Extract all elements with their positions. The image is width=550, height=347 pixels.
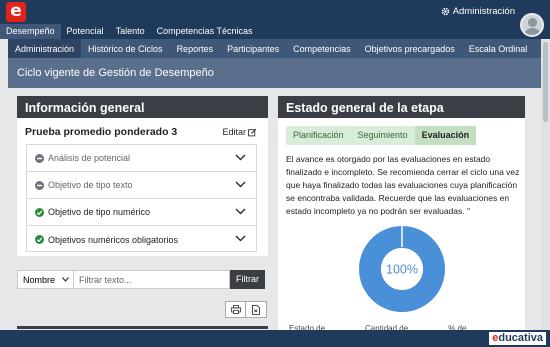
scrollbar-thumb[interactable] [543,42,548,122]
filter-text-input[interactable]: Filtrar texto... [74,270,230,289]
accordion-item-analisis[interactable]: Análisis de potencial [27,145,256,172]
edit-icon [248,128,257,136]
chevron-down-icon[interactable] [235,154,246,161]
admin-menu[interactable]: Administración [441,6,515,17]
chevron-down-icon[interactable] [235,181,246,188]
accordion-item-label: Objetivos numéricos obligatorios [48,234,179,245]
accordion-item-label: Análisis de potencial [48,153,131,163]
table-header-bar [17,326,268,329]
subtab-objetivos-precargados[interactable]: Objetivos precargados [358,39,462,58]
accordion-item-numerico[interactable]: Objetivo de tipo numérico [27,199,256,226]
gear-icon [441,7,449,16]
accordion-item-label: Objetivo de tipo numérico [48,207,151,217]
brand-logo: educativa [489,332,546,345]
edit-label[interactable]: Editar [222,127,246,137]
stage-card-title: Estado general de la etapa [278,96,525,118]
tab-seguimiento[interactable]: Seguimiento [351,126,415,145]
subtab-historico[interactable]: Histórico de Ciclos [81,39,170,58]
admin-label[interactable]: Administración [453,6,515,17]
tab-planificacion[interactable]: Planificación [286,126,351,145]
print-button[interactable] [225,301,246,318]
tab-talento[interactable]: Talento [110,24,151,39]
accordion-item-label: Objetivo de tipo texto [48,180,133,190]
accordion: Análisis de potencial Objetivo de tipo t… [26,144,257,252]
subtab-escala-ordinal[interactable]: Escala Ordinal [462,39,535,58]
subtab-reportes[interactable]: Reportes [170,39,221,58]
avatar-head [528,18,537,27]
stage-description: El avance es otorgado por las evaluacion… [286,154,520,216]
file-icon [252,304,260,315]
subtab-competencias[interactable]: Competencias [286,39,358,58]
scrollbar[interactable] [541,40,550,330]
tab-potencial[interactable]: Potencial [61,24,110,39]
donut-percent-label: 100% [386,263,418,277]
sub-nav: Administración Histórico de Ciclos Repor… [8,39,541,58]
chevron-down-icon[interactable] [235,235,246,242]
export-buttons [225,301,267,318]
subtab-participantes[interactable]: Participantes [220,39,286,58]
edit-link[interactable]: Editar [222,127,257,137]
tab-competencias-tecnicas[interactable]: Competencias Técnicas [151,24,259,39]
check-circle-icon [35,207,44,217]
check-circle-icon [35,235,44,244]
chevron-down-icon[interactable] [235,208,246,215]
cycle-name: Prueba promedio ponderado 3 [25,126,178,138]
print-icon [230,305,241,314]
stage-card: Estado general de la etapa Planificación… [278,96,525,331]
stage-tabs: Planificación Seguimiento Evaluación [286,126,477,145]
main-nav: Desempeño Potencial Talento Competencias… [0,24,550,39]
app-window: e Administración Desempeño Potencial Tal… [0,0,550,347]
bottom-bar [0,330,550,347]
minus-circle-icon [35,180,44,190]
accordion-item-texto[interactable]: Objetivo de tipo texto [27,172,256,199]
brand-text: ducativa [498,332,543,344]
filter-button[interactable]: Filtrar [230,270,265,289]
tab-evaluacion[interactable]: Evaluación [414,126,477,145]
minus-circle-icon [35,153,44,163]
page-header: Ciclo vigente de Gestión de Desempeño [8,58,541,88]
info-card: Información general Prueba promedio pond… [17,96,268,256]
filter-field-select[interactable]: Nombre [17,270,74,289]
tab-desempeno[interactable]: Desempeño [0,24,61,39]
page-title: Ciclo vigente de Gestión de Desempeño [17,67,214,79]
subtab-administracion[interactable]: Administración [8,39,82,58]
accordion-item-obligatorios[interactable]: Objetivos numéricos obligatorios [27,226,256,253]
export-file-button[interactable] [246,301,267,318]
filter-bar: Nombre Filtrar texto... Filtrar [17,270,265,289]
filter-select-value: Nombre [23,275,56,285]
info-card-title: Información general [17,96,268,118]
chevron-down-icon [62,277,69,282]
avatar[interactable] [520,13,544,37]
progress-donut: 100% [359,226,445,312]
top-bar: e Administración [0,0,550,24]
app-logo[interactable]: e [6,2,26,22]
